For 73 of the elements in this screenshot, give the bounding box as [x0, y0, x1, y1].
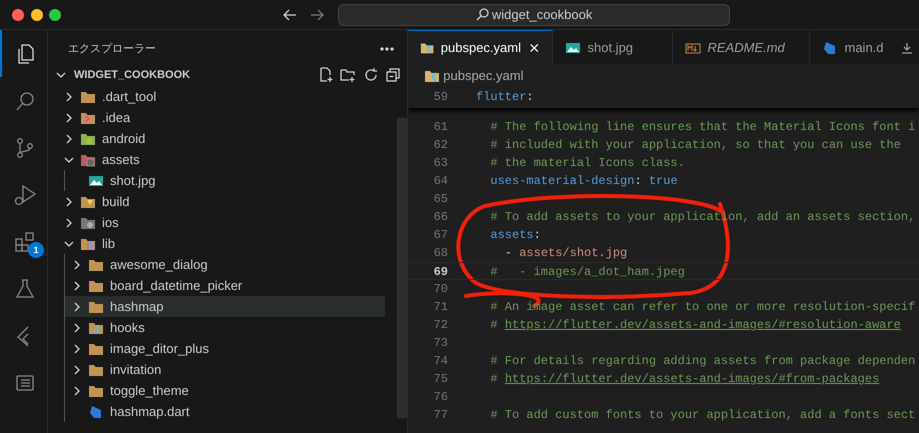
code-line: # An image asset can refer to one or more resolution-specif	[489, 299, 916, 316]
tree-item[interactable]: shot.jpg	[65, 170, 385, 191]
code-line: uses-material-design: true	[489, 173, 678, 190]
panel-title: エクスプローラー	[68, 42, 156, 57]
flask-icon[interactable]	[13, 276, 37, 300]
tree-item[interactable]: .dart_tool	[48, 86, 386, 107]
link[interactable]: https://flutter.dev/assets-and-images/#from-packages	[504, 372, 880, 386]
tree-item[interactable]: lib	[48, 233, 386, 254]
play-bug-icon[interactable]	[13, 182, 37, 206]
code-line: # - images/a_dot_ham.jpeg	[489, 264, 685, 279]
count-badge: 1	[28, 242, 44, 258]
maximize-button[interactable]	[49, 8, 61, 20]
dart-icon	[822, 40, 838, 56]
refresh-icon[interactable]	[362, 67, 378, 83]
minimize-button[interactable]	[30, 8, 42, 20]
new-file-icon[interactable]	[318, 67, 334, 83]
code-line: # For details regarding adding assets from package dependen	[489, 353, 916, 370]
code-line: # The following line ensures that the Material Icons font i	[489, 119, 916, 136]
dart-icon	[88, 404, 104, 420]
forward-arrow-icon[interactable]	[310, 8, 324, 22]
line-number: 77	[432, 407, 448, 424]
line-number: 70	[432, 281, 448, 298]
link[interactable]: https://flutter.dev/assets-and-images/#resolution-aware	[504, 318, 901, 332]
code-line: # https://flutter.dev/assets-and-images/#from-packages	[489, 371, 880, 388]
code-line: # included with your application, so that you can use the	[489, 137, 901, 154]
yaml-file-icon	[424, 68, 440, 84]
editor-tab[interactable]: README.md	[673, 30, 810, 64]
tree-item[interactable]: board_datetime_picker	[65, 275, 385, 296]
tree-item[interactable]: android	[48, 128, 386, 149]
line-number: 66	[432, 209, 448, 226]
line-number: 61	[432, 119, 448, 136]
line-number: 74	[432, 353, 448, 370]
line-number: 71	[432, 299, 448, 316]
new-folder-icon[interactable]	[340, 67, 356, 83]
breadcrumb-item[interactable]: pubspec.yaml	[443, 66, 524, 86]
line-number: 69	[432, 264, 448, 279]
code-line: # To add custom fonts to your application, add a fonts sect	[489, 407, 916, 424]
line-number: 65	[432, 191, 448, 208]
code-line: flutter:	[476, 89, 534, 106]
code-line: assets:	[489, 227, 541, 244]
tree-item[interactable]: .idea	[48, 107, 386, 128]
code-line: # the material Icons class.	[489, 155, 685, 172]
tree-item[interactable]: hooks	[65, 317, 385, 338]
line-number: 62	[432, 137, 448, 154]
line-number: 75	[432, 371, 448, 388]
collapse-all-icon[interactable]	[385, 67, 401, 83]
code-line: # https://flutter.dev/assets-and-images/#resolution-aware	[489, 317, 901, 334]
tree-item[interactable]: assets	[48, 149, 386, 170]
line-number: 67	[432, 227, 448, 244]
close-button[interactable]	[12, 8, 24, 20]
line-number: 59	[432, 89, 448, 106]
back-arrow-icon[interactable]	[283, 8, 297, 22]
tree-item[interactable]: image_ditor_plus	[65, 338, 385, 359]
search-field[interactable]: widget_cookbook	[338, 4, 730, 26]
tree-item[interactable]: ios	[48, 212, 386, 233]
tree-item[interactable]: build	[48, 191, 386, 212]
search-icon	[476, 8, 489, 21]
download-icon[interactable]	[900, 40, 914, 54]
line-number: 63	[432, 155, 448, 172]
line-number: 68	[432, 245, 448, 262]
tree-item[interactable]: hashmap	[65, 296, 385, 317]
tree-item[interactable]: hashmap.dart	[65, 401, 385, 422]
code-line: - assets/shot.jpg	[504, 245, 628, 262]
line-number: 72	[432, 317, 448, 334]
tree-item[interactable]: awesome_dialog	[65, 254, 385, 275]
editor-tab[interactable]: pubspec.yaml	[408, 30, 553, 64]
tree-item[interactable]: invitation	[65, 359, 385, 380]
line-number: 64	[432, 173, 448, 190]
line-number: 76	[432, 389, 448, 406]
project-title[interactable]: WIDGET_COOKBOOK	[74, 66, 190, 84]
line-number: 73	[432, 335, 448, 352]
tree-item[interactable]: toggle_theme	[65, 380, 385, 401]
editor-tab[interactable]: shot.jpg	[553, 30, 673, 64]
